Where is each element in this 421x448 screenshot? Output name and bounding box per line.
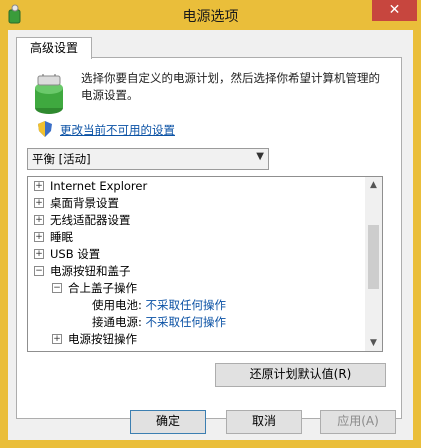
collapse-icon[interactable]: − xyxy=(34,266,44,276)
scroll-up-icon[interactable]: ▲ xyxy=(365,177,382,193)
tree-item-wireless-adapter[interactable]: + 无线适配器设置 xyxy=(34,212,131,228)
apply-button[interactable]: 应用(A) xyxy=(320,410,396,434)
tree-item-label: 使用电池: xyxy=(92,298,142,312)
cancel-button[interactable]: 取消 xyxy=(226,410,302,434)
tree-item-label: 无线适配器设置 xyxy=(50,213,131,227)
tree-item-on-battery[interactable]: 使用电池: 不采取任何操作 xyxy=(92,297,226,313)
tree-item-lid-close-action[interactable]: − 合上盖子操作 xyxy=(52,280,137,296)
power-plan-icon xyxy=(35,74,63,114)
tree-item-label: Internet Explorer xyxy=(50,179,148,193)
tree-item-desktop-background[interactable]: + 桌面背景设置 xyxy=(34,195,119,211)
window-title: 电源选项 xyxy=(182,9,239,25)
tree-item-usb-settings[interactable]: + USB 设置 xyxy=(34,246,100,262)
settings-tree[interactable]: + Internet Explorer + 桌面背景设置 + 无线适配器设置 +… xyxy=(27,176,383,352)
close-button[interactable]: ✕ xyxy=(372,0,417,21)
tree-item-power-buttons-lid[interactable]: − 电源按钮和盖子 xyxy=(34,263,131,279)
description-text: 选择你要自定义的电源计划，然后选择你希望计算机管理的电源设置。 xyxy=(81,71,380,102)
dialog-body: 高级设置 选择你要自定义的电源计划，然后选择你希望计算机管理的电源设置。 更改当… xyxy=(8,30,413,440)
expand-icon[interactable]: + xyxy=(52,334,62,344)
ok-button[interactable]: 确定 xyxy=(130,410,206,434)
tree-item-label: 电源按钮和盖子 xyxy=(50,264,131,278)
shield-icon xyxy=(38,121,52,137)
expand-icon[interactable]: + xyxy=(34,181,44,191)
tree-item-label: USB 设置 xyxy=(50,247,101,261)
collapse-icon[interactable]: − xyxy=(52,283,62,293)
plugged-in-value-link[interactable]: 不采取任何操作 xyxy=(146,315,227,329)
tree-item-sleep[interactable]: + 睡眠 xyxy=(34,229,73,245)
chevron-down-icon: ▼ xyxy=(256,151,264,162)
expand-icon[interactable]: + xyxy=(34,249,44,259)
change-unavailable-settings-link[interactable]: 更改当前不可用的设置 xyxy=(60,122,175,138)
tree-item-label: 接通电源: xyxy=(92,315,142,329)
power-plan-select[interactable]: 平衡 [活动] ▼ xyxy=(27,148,269,170)
on-battery-value-link[interactable]: 不采取任何操作 xyxy=(146,298,227,312)
expand-icon[interactable]: + xyxy=(34,232,44,242)
tree-item-label: 合上盖子操作 xyxy=(68,281,137,295)
settings-tree-content: + Internet Explorer + 桌面背景设置 + 无线适配器设置 +… xyxy=(28,177,362,351)
tree-scrollbar[interactable]: ▲ ▼ xyxy=(365,177,382,351)
tree-item-label: 睡眠 xyxy=(50,230,73,244)
tree-item-label: 电源按钮操作 xyxy=(68,332,137,346)
tree-item-internet-explorer[interactable]: + Internet Explorer xyxy=(34,178,147,194)
power-plan-select-value: 平衡 [活动] xyxy=(32,152,91,166)
expand-icon[interactable]: + xyxy=(34,215,44,225)
tree-item-label: 桌面背景设置 xyxy=(50,196,119,210)
tree-item-power-button-action[interactable]: + 电源按钮操作 xyxy=(52,331,137,347)
scrollbar-thumb[interactable] xyxy=(368,225,379,289)
tree-item-plugged-in[interactable]: 接通电源: 不采取任何操作 xyxy=(92,314,226,330)
expand-icon[interactable]: + xyxy=(34,198,44,208)
scroll-down-icon[interactable]: ▼ xyxy=(365,335,382,351)
tab-advanced-settings[interactable]: 高级设置 xyxy=(16,37,92,59)
restore-defaults-button[interactable]: 还原计划默认值(R) xyxy=(215,363,386,387)
